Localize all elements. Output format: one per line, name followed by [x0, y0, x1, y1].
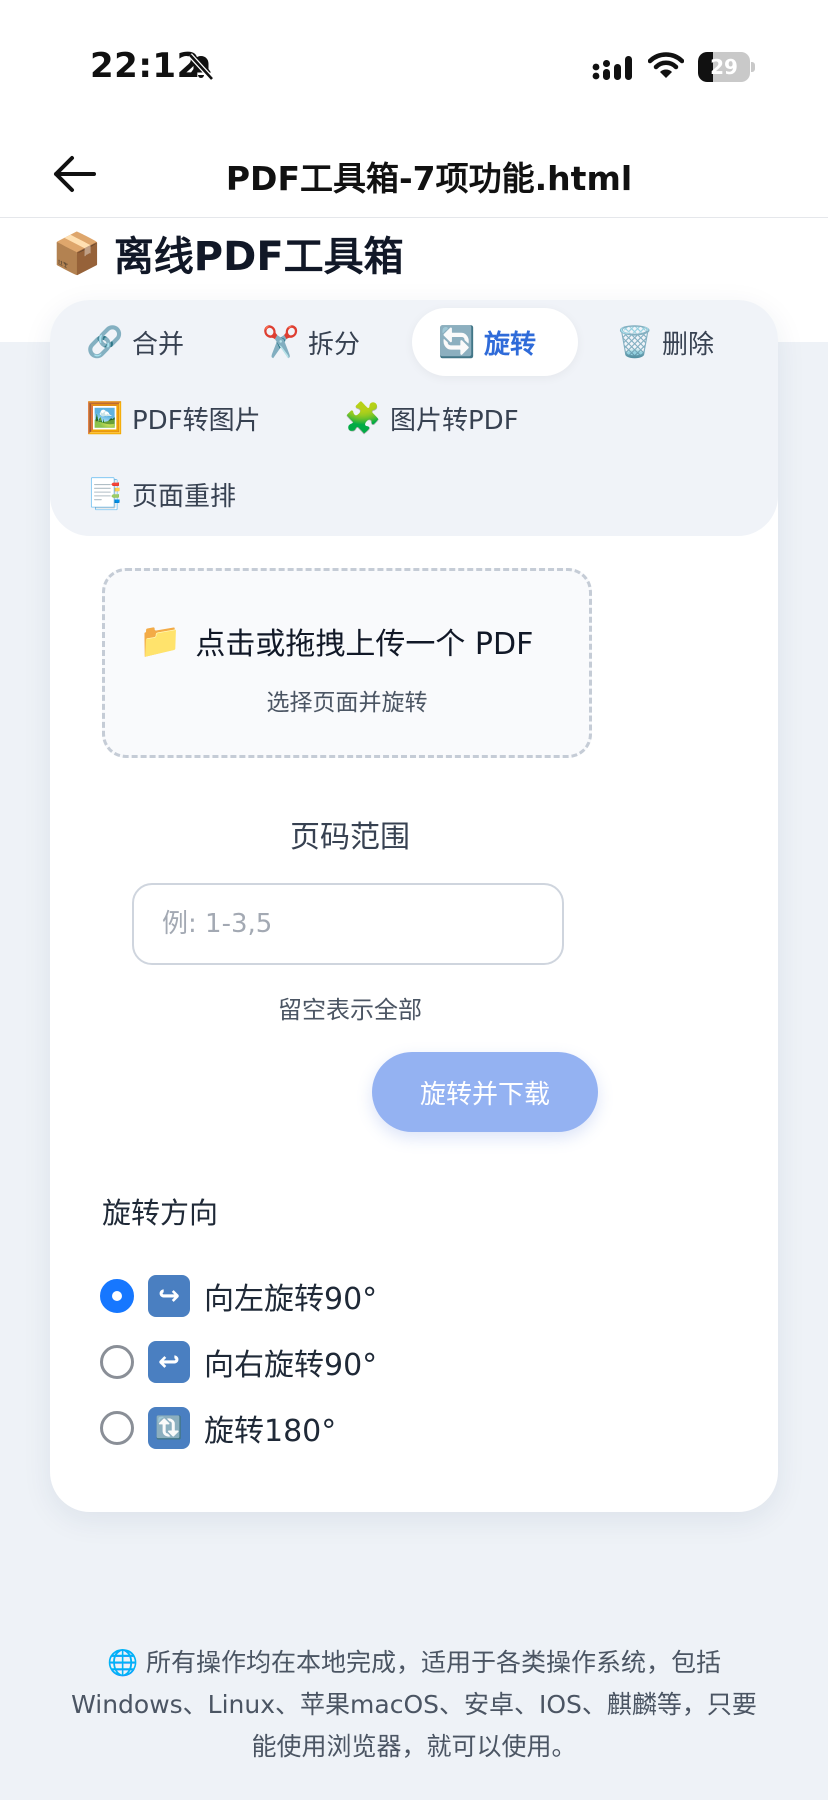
- bell-slash-icon: [188, 53, 214, 81]
- radio-label: 向左旋转90°: [204, 1282, 378, 1317]
- footer-line-3: 能使用浏览器，就可以使用。: [251, 1732, 577, 1761]
- tab-label: 旋转: [484, 329, 537, 360]
- puzzle-icon: 🧩: [344, 400, 382, 436]
- rotate-icon: 🔄: [438, 324, 476, 360]
- rotate-right-icon: ↩: [148, 1341, 190, 1383]
- battery-level: 29: [710, 55, 738, 79]
- navigation-bar: PDF工具箱-7项功能.html: [0, 130, 828, 218]
- package-icon: 📦: [52, 230, 102, 277]
- trash-icon: 🗑️: [616, 324, 654, 360]
- radio-button[interactable]: [100, 1411, 134, 1445]
- tab-merge[interactable]: 🔗 合并: [60, 308, 210, 376]
- rotate-left-icon: ↪: [148, 1275, 190, 1317]
- tab-label: PDF转图片: [132, 405, 261, 436]
- wifi-icon: [648, 52, 684, 78]
- page-range-label: 页码范围: [290, 820, 410, 855]
- status-bar: 22:12 29: [0, 0, 828, 130]
- radio-button[interactable]: [100, 1345, 134, 1379]
- tab-bar: 🔗 合并 ✂️ 拆分 🔄 旋转 🗑️ 删除 🖼️ PDF转图片 🧩 图片转PDF…: [50, 300, 778, 536]
- tab-pdf-to-image[interactable]: 🖼️ PDF转图片: [60, 384, 287, 452]
- picture-icon: 🖼️: [86, 400, 124, 436]
- rotate-download-button[interactable]: 旋转并下载: [372, 1052, 598, 1132]
- tab-label: 拆分: [308, 329, 361, 360]
- upload-subtitle: 选择页面并旋转: [266, 690, 428, 716]
- upload-dropzone[interactable]: 📁 点击或拖拽上传一个 PDF 选择页面并旋转: [102, 568, 592, 758]
- signal-icon: [592, 56, 632, 80]
- tab-split[interactable]: ✂️ 拆分: [236, 308, 386, 376]
- rotate-180-icon: 🔃: [148, 1407, 190, 1449]
- footer-note: 🌐 所有操作均在本地完成，适用于各类操作系统，包括 Windows、Linux、…: [30, 1642, 798, 1768]
- radio-rotate-left[interactable]: ↪ 向左旋转90°: [100, 1272, 377, 1320]
- status-time: 22:12: [90, 46, 201, 86]
- link-icon: 🔗: [86, 324, 124, 360]
- tab-delete[interactable]: 🗑️ 删除: [590, 308, 740, 376]
- arrow-left-icon[interactable]: [50, 152, 96, 196]
- footer-line-1: 所有操作均在本地完成，适用于各类操作系统，包括: [146, 1648, 722, 1677]
- battery-icon: 29: [698, 52, 755, 82]
- app-title-text: 离线PDF工具箱: [113, 234, 404, 280]
- globe-icon: 🌐: [106, 1648, 139, 1677]
- pages-icon: 📑: [86, 476, 124, 512]
- radio-rotate-right[interactable]: ↩ 向右旋转90°: [100, 1338, 377, 1386]
- radio-label: 向右旋转90°: [204, 1348, 378, 1383]
- radio-label: 旋转180°: [204, 1414, 337, 1449]
- tab-image-to-pdf[interactable]: 🧩 图片转PDF: [318, 384, 545, 452]
- app-title: 📦 离线PDF工具箱: [52, 224, 404, 282]
- radio-button[interactable]: [100, 1279, 134, 1313]
- tab-label: 合并: [132, 329, 185, 360]
- upload-title: 📁 点击或拖拽上传一个 PDF: [139, 619, 533, 663]
- scissors-icon: ✂️: [262, 324, 300, 360]
- upload-title-text: 点击或拖拽上传一个 PDF: [195, 627, 534, 662]
- footer-line-2: Windows、Linux、苹果macOS、安卓、IOS、麒麟等，只要: [71, 1690, 757, 1719]
- rotation-direction-label: 旋转方向: [102, 1196, 219, 1230]
- folder-icon: 📁: [139, 621, 182, 661]
- tab-reorder[interactable]: 📑 页面重排: [60, 460, 262, 528]
- page-range-input[interactable]: [132, 883, 564, 965]
- tool-card: 🔗 合并 ✂️ 拆分 🔄 旋转 🗑️ 删除 🖼️ PDF转图片 🧩 图片转PDF…: [50, 300, 778, 1512]
- tab-label: 删除: [662, 329, 715, 360]
- page-range-hint: 留空表示全部: [278, 996, 422, 1024]
- tab-label: 图片转PDF: [390, 405, 519, 436]
- page-title: PDF工具箱-7项功能.html: [225, 159, 633, 198]
- radio-rotate-180[interactable]: 🔃 旋转180°: [100, 1404, 336, 1452]
- tab-rotate[interactable]: 🔄 旋转: [412, 308, 578, 376]
- tab-label: 页面重排: [132, 481, 237, 512]
